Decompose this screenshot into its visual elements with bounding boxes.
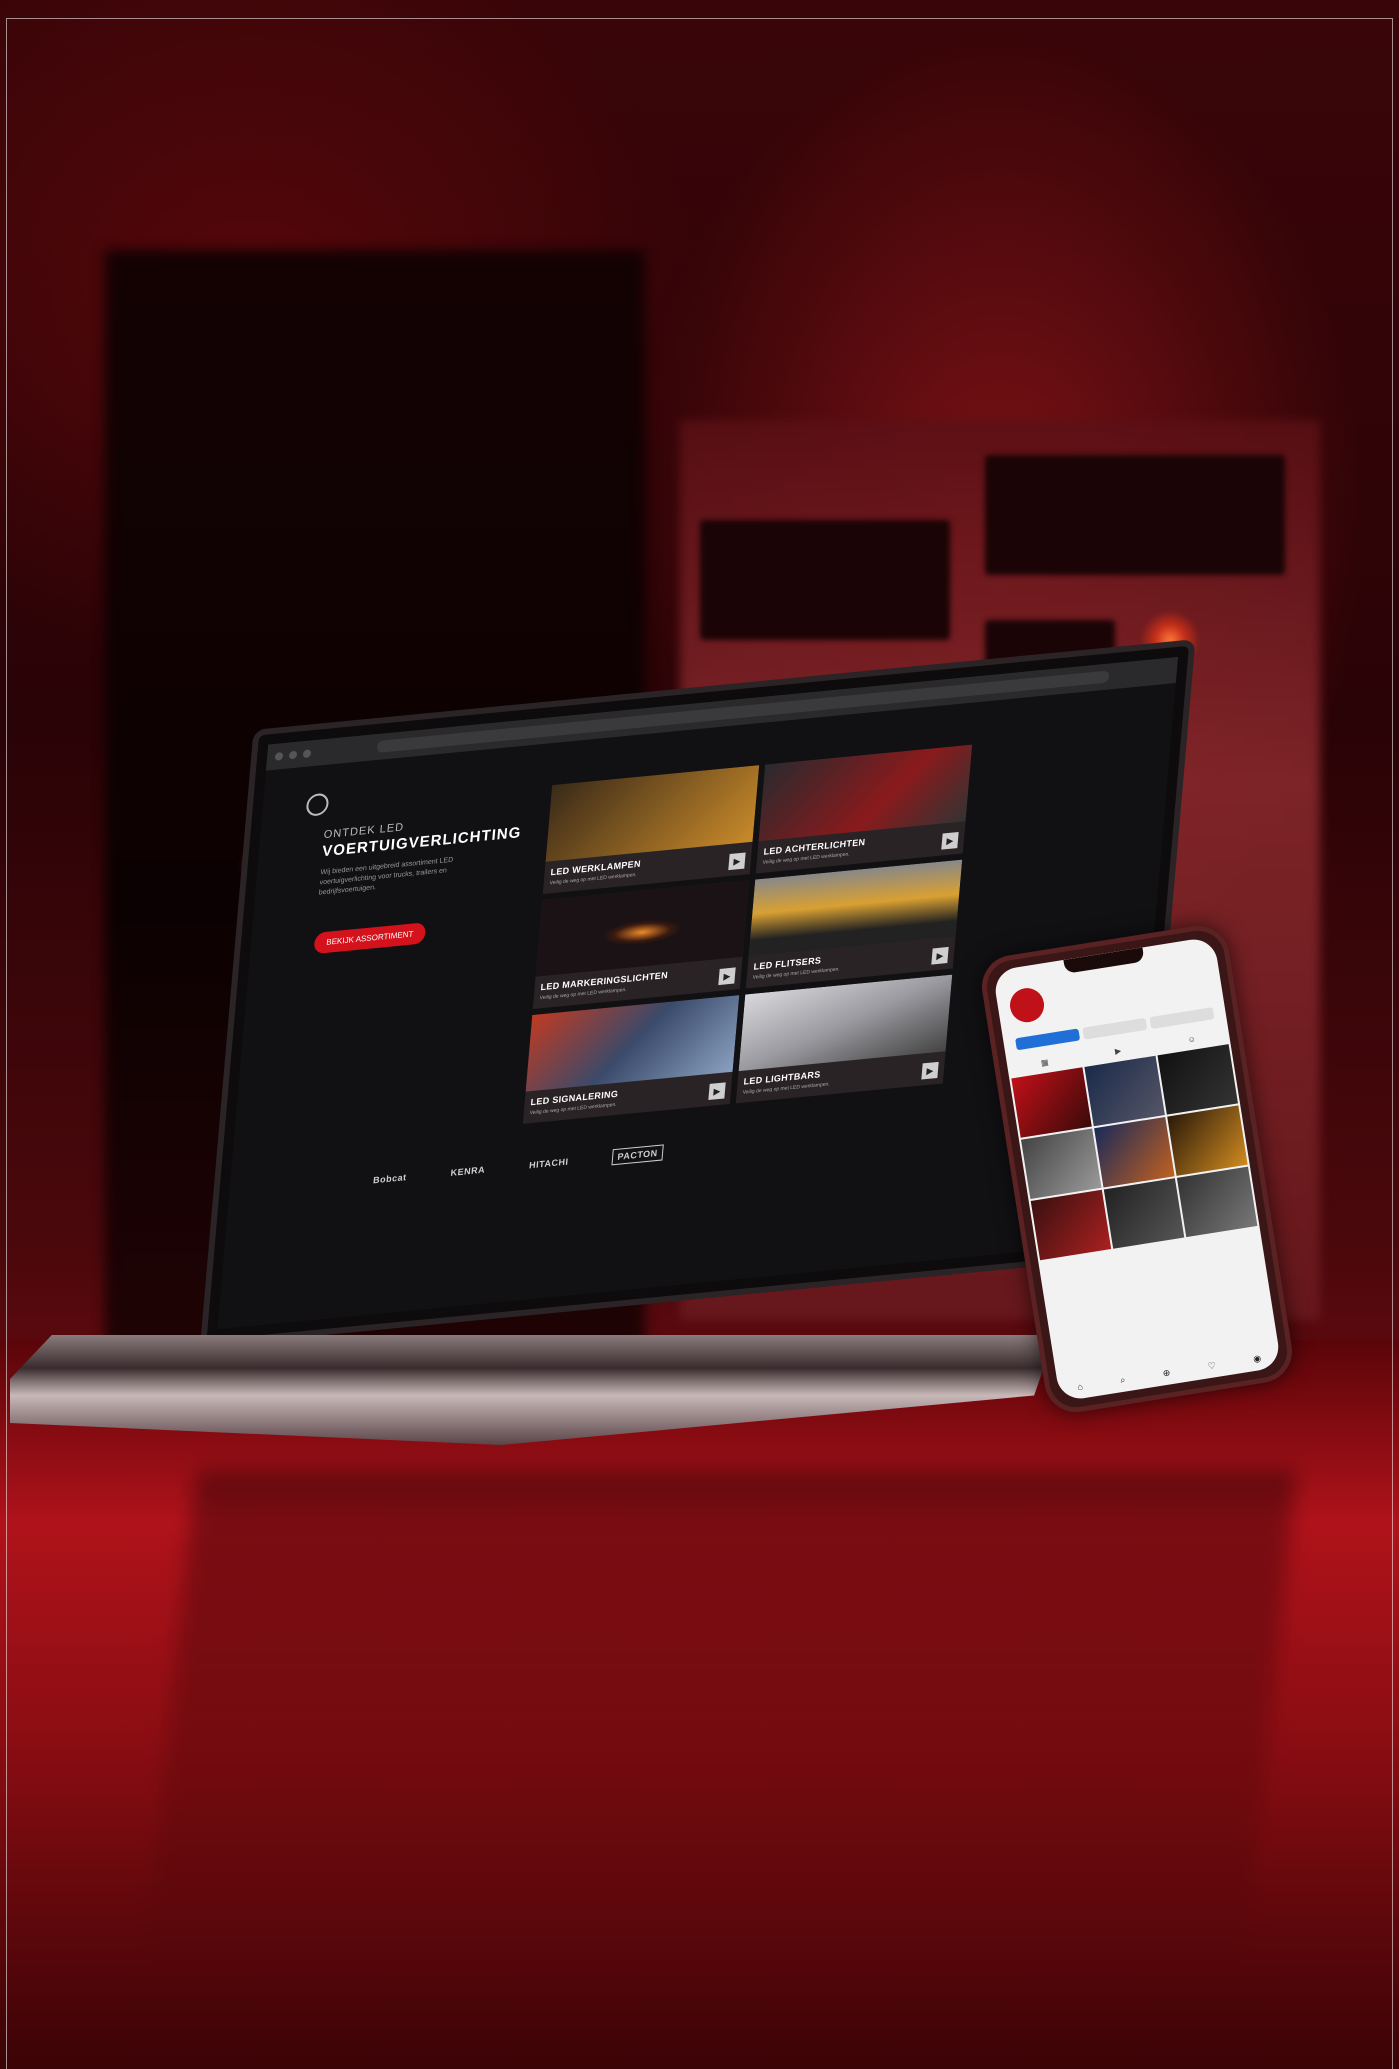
post-thumbnail[interactable]: [1103, 1178, 1185, 1249]
play-icon[interactable]: ▶: [718, 967, 736, 986]
category-image: [758, 744, 973, 842]
category-card-marker-lights[interactable]: LED MARKERINGSLICHTEN Veilig de weg op m…: [532, 880, 750, 1009]
post-thumbnail[interactable]: [1176, 1166, 1258, 1238]
category-image: [738, 974, 953, 1072]
add-post-icon[interactable]: ⊕: [1162, 1367, 1171, 1379]
search-icon[interactable]: ⌕: [1119, 1374, 1126, 1386]
window-maximize-icon[interactable]: [302, 749, 312, 759]
post-thumbnail[interactable]: [1021, 1128, 1102, 1200]
play-icon[interactable]: ▶: [728, 852, 746, 871]
hero-section: ONTDEK LED VOERTUIGVERLICHTING Wij biede…: [313, 810, 524, 955]
play-icon[interactable]: ▶: [708, 1082, 726, 1101]
home-icon[interactable]: ⌂: [1077, 1381, 1084, 1393]
category-image: [535, 880, 750, 977]
category-card-work-lights[interactable]: LED WERKLAMPEN Veilig de weg op met LED …: [542, 765, 760, 894]
partner-logo-hitachi: HITACHI: [528, 1156, 569, 1171]
site-logo-icon[interactable]: [305, 792, 330, 817]
partner-logo-kenra: KENRA: [450, 1164, 486, 1178]
avatar[interactable]: [1007, 985, 1047, 1025]
category-card-flashers[interactable]: LED FLITSERS Veilig de weg op met LED we…: [745, 859, 963, 989]
post-thumbnail[interactable]: [1094, 1116, 1175, 1188]
tagged-tab-icon[interactable]: ☺: [1187, 1034, 1196, 1044]
hero-text: Wij bieden een uitgebreid assortiment LE…: [318, 856, 454, 897]
partner-logo-bobcat: Bobcat: [372, 1172, 408, 1186]
play-icon[interactable]: ▶: [941, 831, 959, 850]
product-category-grid: LED WERKLAMPEN Veilig de weg op met LED …: [522, 744, 973, 1124]
partner-logo-pacton: PACTON: [611, 1144, 664, 1166]
window-close-icon[interactable]: [274, 751, 284, 761]
grid-tab-icon[interactable]: ▦: [1040, 1058, 1049, 1068]
category-card-signaling[interactable]: LED SIGNALERING Veilig de weg op met LED…: [522, 995, 740, 1124]
post-thumbnail[interactable]: [1084, 1055, 1165, 1127]
play-icon[interactable]: ▶: [931, 946, 949, 965]
activity-icon[interactable]: ♡: [1207, 1360, 1217, 1372]
post-thumbnail[interactable]: [1167, 1105, 1248, 1176]
play-icon[interactable]: ▶: [921, 1061, 939, 1080]
profile-stats: [1054, 998, 1074, 1001]
photo-scene: ONTDEK LED VOERTUIGVERLICHTING Wij biede…: [0, 0, 1399, 2069]
reels-tab-icon[interactable]: ▶: [1114, 1046, 1121, 1056]
profile-icon[interactable]: ◉: [1253, 1353, 1262, 1365]
table-reflection: [143, 1470, 1297, 1970]
category-card-lightbars[interactable]: LED LIGHTBARS Veilig de weg op met LED w…: [735, 974, 953, 1104]
category-image: [748, 859, 963, 957]
post-thumbnail[interactable]: [1157, 1044, 1238, 1115]
background-panel-slot: [700, 520, 950, 640]
post-grid: [1009, 1044, 1259, 1261]
background-panel-slot: [985, 455, 1285, 575]
category-image: [525, 995, 740, 1092]
category-card-tail-lights[interactable]: LED ACHTERLICHTEN Veilig de weg op met L…: [755, 744, 973, 874]
post-thumbnail[interactable]: [1030, 1189, 1112, 1261]
post-thumbnail[interactable]: [1011, 1067, 1092, 1138]
view-assortment-button[interactable]: BEKIJK ASSORTIMENT: [313, 922, 427, 955]
window-minimize-icon[interactable]: [288, 750, 298, 760]
category-image: [545, 765, 760, 862]
partner-logos: Bobcat KENRA HITACHI PACTON: [329, 1144, 707, 1186]
